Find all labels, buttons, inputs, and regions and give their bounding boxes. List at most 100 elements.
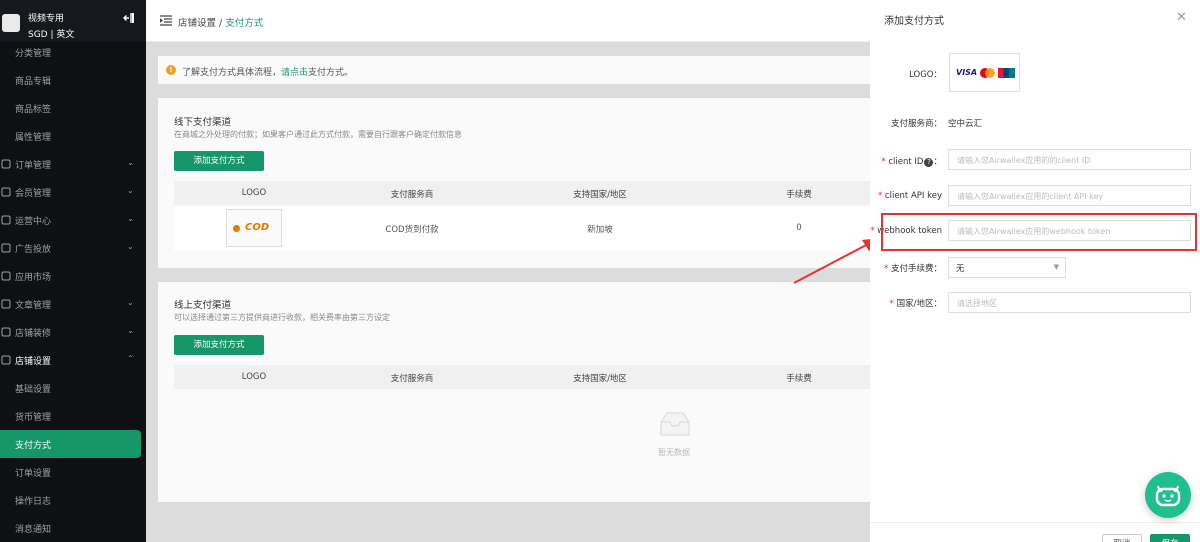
sidebar-item-11[interactable]: 店铺设置 ⌃	[0, 346, 146, 374]
region-label: * 国家/地区：	[889, 299, 942, 309]
sidebar-item-7[interactable]: 广告投放 ⌄	[0, 234, 146, 262]
provider-value: 空中云汇	[948, 119, 983, 129]
menu-fold-icon[interactable]	[160, 15, 172, 26]
online-payment-card: 线上支付渠道 可以选择通过第三方提供商进行收款，相关费率由第三方设定 添加支付方…	[158, 282, 870, 502]
payment-logo: VISA	[949, 53, 1020, 92]
empty-inbox-icon	[660, 412, 690, 436]
visa-icon: VISA	[956, 68, 978, 77]
fee-select[interactable]: 无 ▼	[948, 257, 1066, 278]
chevron-down-icon: ⌄	[127, 242, 134, 251]
app-icon	[1, 271, 11, 281]
rocket-icon	[1, 215, 11, 225]
add-offline-payment-button[interactable]: 添加支付方式	[174, 151, 264, 171]
store-header[interactable]: 视频专用 SGD | 英文	[0, 0, 146, 42]
article-icon	[1, 299, 11, 309]
chevron-down-icon: ⌄	[127, 326, 134, 335]
online-desc: 可以选择通过第三方提供商进行收款，相关费率由第三方设定	[174, 313, 390, 322]
sidebar-item-9[interactable]: 文章管理 ⌄	[0, 290, 146, 318]
store-logo	[2, 14, 20, 32]
region-select[interactable]: 请选择地区	[948, 292, 1191, 313]
col-logo: LOGO	[241, 372, 267, 382]
sidebar-item-label: 会员管理	[15, 189, 52, 199]
sidebar-item-label: 消息通知	[15, 525, 52, 535]
chat-bot-icon	[1155, 485, 1181, 507]
chevron-down-icon: ⌄	[127, 298, 134, 307]
add-online-payment-button[interactable]: 添加支付方式	[174, 335, 264, 355]
ad-icon	[1, 243, 11, 253]
top-bar: 店铺设置 / 支付方式	[146, 0, 870, 42]
sidebar-item-0[interactable]: 分类管理	[0, 38, 146, 66]
sidebar-item-15[interactable]: 订单设置	[0, 458, 146, 486]
col-fee: 手续费	[786, 374, 812, 384]
sidebar-item-14[interactable]: 支付方式	[0, 430, 141, 458]
sidebar-item-4[interactable]: 订单管理 ⌄	[0, 150, 146, 178]
offline-desc: 在商城之外处理的付款；如果客户通过此方式付款，需要自行跟客户确定付款信息	[174, 130, 462, 139]
sidebar-item-label: 订单设置	[15, 469, 52, 479]
sidebar-item-16[interactable]: 操作日志	[0, 486, 146, 514]
sidebar-item-5[interactable]: 会员管理 ⌄	[0, 178, 146, 206]
col-region: 支持国家/地区	[573, 190, 627, 200]
chevron-down-icon: ⌄	[127, 158, 134, 167]
sidebar-item-1[interactable]: 商品专辑	[0, 66, 146, 94]
sidebar-item-label: 分类管理	[15, 49, 52, 59]
sidebar-item-label: 支付方式	[15, 441, 52, 451]
notice-link[interactable]: 请点击	[281, 68, 308, 78]
sidebar-item-17[interactable]: 消息通知	[0, 514, 146, 542]
dropdown-caret-icon: ▼	[1053, 263, 1059, 271]
sidebar-item-label: 店铺设置	[15, 357, 52, 367]
breadcrumb: 店铺设置 / 支付方式	[178, 15, 263, 29]
user-icon	[1, 187, 11, 197]
palette-icon	[1, 327, 11, 337]
drawer-footer: 取消 保存	[870, 522, 1200, 542]
col-fee: 手续费	[786, 190, 812, 200]
logo-label: LOGO：	[909, 70, 942, 80]
col-provider: 支付服务商	[390, 190, 434, 200]
info-icon: !	[166, 65, 176, 75]
sidebar-item-10[interactable]: 店铺装修 ⌄	[0, 318, 146, 346]
online-title: 线上支付渠道	[174, 300, 232, 311]
offline-title: 线下支付渠道	[174, 117, 232, 128]
col-region: 支持国家/地区	[573, 374, 627, 384]
breadcrumb-parent[interactable]: 店铺设置	[178, 18, 216, 29]
client-id-label: * client ID?：	[881, 157, 942, 167]
store-name: 视频专用	[28, 14, 65, 24]
notice-suffix: 支付方式。	[308, 68, 354, 78]
chevron-up-icon: ⌃	[127, 354, 134, 363]
chevron-down-icon: ⌄	[127, 214, 134, 223]
sidebar-item-2[interactable]: 商品标签	[0, 94, 146, 122]
unionpay-icon	[998, 68, 1015, 78]
sidebar-item-12[interactable]: 基础设置	[0, 374, 146, 402]
sidebar: 视频专用 SGD | 英文 分类管理 商品专辑 商品标签 属性管理 订单管理 ⌄ 会员管理 ⌄…	[0, 0, 146, 542]
client-id-input[interactable]: 请输入您Airwallex应用的的client ID	[948, 149, 1191, 170]
sidebar-item-label: 属性管理	[15, 133, 52, 143]
annotation-arrow	[793, 238, 880, 284]
sidebar-item-label: 订单管理	[15, 161, 52, 171]
sidebar-item-label: 基础设置	[15, 385, 52, 395]
row-fee: 0	[796, 223, 802, 233]
chat-assistant-button[interactable]	[1145, 472, 1191, 518]
online-table-header: LOGO 支付服务商 支持国家/地区 手续费	[174, 365, 870, 389]
col-logo: LOGO	[241, 188, 267, 198]
provider-label: 支付服务商：	[890, 119, 942, 129]
add-payment-drawer: 添加支付方式 ✕ LOGO： VISA 支付服务商： 空中云汇 * client…	[870, 0, 1200, 542]
row-region: 新加坡	[587, 225, 613, 235]
fee-label: * 支付手续费：	[884, 264, 942, 274]
sidebar-item-6[interactable]: 运营中心 ⌄	[0, 206, 146, 234]
save-button[interactable]: 保存	[1150, 534, 1190, 542]
sidebar-item-label: 店铺装修	[15, 329, 52, 339]
collapse-sidebar-icon[interactable]	[122, 11, 136, 25]
sidebar-item-label: 广告投放	[15, 245, 52, 255]
client-key-input[interactable]: 请输入您Airwallex应用的client API key	[948, 185, 1191, 206]
sidebar-item-8[interactable]: 应用市场	[0, 262, 146, 290]
sidebar-item-label: 文章管理	[15, 301, 52, 311]
sidebar-item-3[interactable]: 属性管理	[0, 122, 146, 150]
col-provider: 支付服务商	[390, 374, 434, 384]
annotation-highlight-box	[881, 213, 1197, 251]
close-icon[interactable]: ✕	[1176, 10, 1187, 25]
sidebar-item-13[interactable]: 货币管理	[0, 402, 146, 430]
breadcrumb-separator: /	[216, 18, 226, 29]
cancel-button[interactable]: 取消	[1102, 534, 1142, 542]
row-provider: COD货到付款	[385, 225, 439, 235]
table-row[interactable]: COD COD货到付款 新加坡 0	[174, 207, 870, 251]
sidebar-item-label: 商品标签	[15, 105, 52, 115]
